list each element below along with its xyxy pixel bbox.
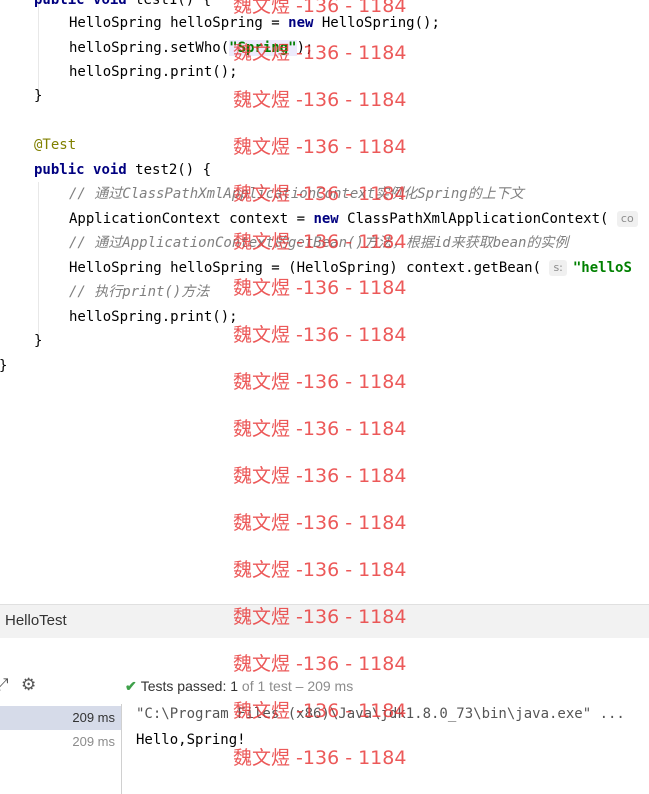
code-line-setwho[interactable]: helloSpring.setWho("Spring");	[69, 36, 313, 60]
code-line-print2[interactable]: helloSpring.print();	[69, 305, 238, 329]
code-text: ApplicationContext context =	[69, 211, 314, 227]
passed-count: 1	[230, 678, 239, 694]
code-text: test1() {	[126, 0, 212, 8]
indent-guide	[38, 182, 39, 334]
code-text: helloSpring.setWho(	[69, 40, 230, 56]
code-line-print1[interactable]: helloSpring.print();	[69, 60, 238, 84]
code-text: HelloSpring helloSpring = (HelloSpring) …	[69, 260, 550, 276]
code-line-application-context[interactable]: ApplicationContext context = new ClassPa…	[69, 207, 644, 231]
code-text: HelloSpring helloSpring =	[69, 15, 289, 31]
gear-icon[interactable]: ⚙	[21, 675, 36, 695]
code-comment[interactable]: // 通过ClassPathXmlApplicationContext实例化Sp…	[69, 182, 524, 206]
keyword: void	[93, 162, 127, 178]
parameter-hint: co	[616, 211, 638, 227]
code-comment[interactable]: // 执行print()方法	[69, 280, 209, 304]
code-text: ClassPathXmlApplicationContext(	[338, 211, 617, 227]
total-count: of 1 test	[241, 678, 292, 694]
run-panel-header[interactable]: HelloTest	[0, 604, 649, 638]
code-line-close-brace[interactable]: }	[34, 329, 42, 353]
code-line-new-hellospring[interactable]: HelloSpring helloSpring = new HelloSprin…	[69, 11, 440, 35]
status-separator: –	[295, 678, 304, 694]
test-duration: 209 ms	[72, 734, 115, 749]
code-line-close-class[interactable]: }	[0, 354, 7, 378]
console-output[interactable]: "C:\Program Files (x86)\Java\jdk1.8.0_73…	[121, 704, 649, 794]
test-status: ✔ Tests passed: 1 of 1 test – 209 ms	[125, 678, 353, 695]
expand-icon[interactable]: ⤢	[0, 675, 9, 695]
code-line-test2-signature[interactable]: public void test2() {	[34, 158, 211, 182]
code-comment[interactable]: // 通过ApplicationContext的getBean()方法，根据id…	[69, 231, 568, 255]
code-text: );	[296, 40, 314, 56]
string-literal: "Spring"	[229, 40, 297, 56]
console-output-line: Hello,Spring!	[136, 732, 246, 748]
check-icon: ✔	[125, 678, 137, 694]
keyword: new	[288, 15, 314, 31]
keyword: new	[313, 211, 339, 227]
status-label: Tests passed:	[140, 678, 227, 694]
keyword: public	[34, 162, 85, 178]
keyword: void	[93, 0, 127, 8]
test-duration: 209 ms	[72, 710, 115, 725]
run-toolbar: ⤢ ⚙ ✔ Tests passed: 1 of 1 test – 209 ms	[0, 671, 649, 703]
console-command-line: "C:\Program Files (x86)\Java\jdk1.8.0_73…	[136, 706, 625, 722]
code-line-close-brace[interactable]: }	[34, 84, 42, 108]
code-line-getbean[interactable]: HelloSpring helloSpring = (HelloSpring) …	[69, 256, 632, 280]
status-duration: 209 ms	[307, 678, 354, 694]
run-tab-title[interactable]: HelloTest	[5, 612, 67, 629]
string-literal: "helloS	[572, 260, 632, 276]
code-editor[interactable]: public void test1() { HelloSpring helloS…	[0, 0, 649, 604]
indent-guide	[38, 0, 39, 96]
test-tree-row[interactable]: 209 ms	[0, 706, 121, 730]
test-tree-row[interactable]: 209 ms	[0, 730, 121, 754]
code-text: test2() {	[126, 162, 212, 178]
parameter-hint: s:	[549, 260, 567, 276]
code-line-annotation[interactable]: @Test	[34, 133, 76, 157]
keyword: public	[34, 0, 85, 8]
code-text: HelloSpring();	[313, 15, 440, 31]
